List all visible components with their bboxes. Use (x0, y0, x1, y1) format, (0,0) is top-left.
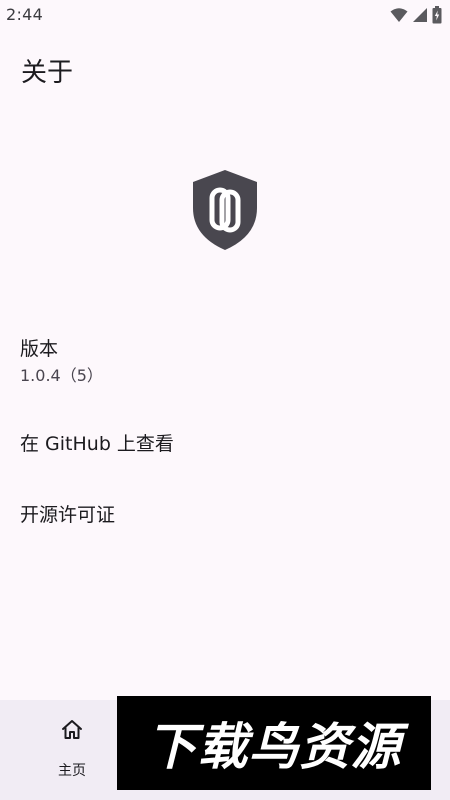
open-source-licenses-item[interactable]: 开源许可证 (20, 503, 430, 527)
view-on-github-label: 在 GitHub 上查看 (20, 433, 174, 455)
battery-icon (432, 6, 442, 28)
status-time: 2:44 (6, 5, 44, 24)
page-title: 关于 (21, 58, 74, 88)
signal-icon (412, 7, 428, 27)
nav-item-home[interactable]: 主页 (30, 716, 114, 788)
view-on-github-item[interactable]: 在 GitHub 上查看 (20, 432, 430, 456)
version-item: 版本 1.0.4（5） (20, 337, 430, 387)
watermark-banner: 下载鸟资源 (117, 696, 431, 790)
status-bar: 2:44 (0, 0, 450, 30)
home-icon (60, 718, 84, 746)
wifi-icon (390, 7, 408, 27)
nav-label-home: 主页 (58, 763, 86, 779)
status-icons (390, 6, 442, 28)
version-title: 版本 (20, 338, 59, 360)
nav-icon-container (40, 716, 104, 748)
open-source-licenses-label: 开源许可证 (20, 504, 116, 526)
watermark-text: 下载鸟资源 (146, 718, 402, 776)
shield-link-icon (190, 168, 260, 252)
version-value: 1.0.4（5） (20, 366, 103, 385)
